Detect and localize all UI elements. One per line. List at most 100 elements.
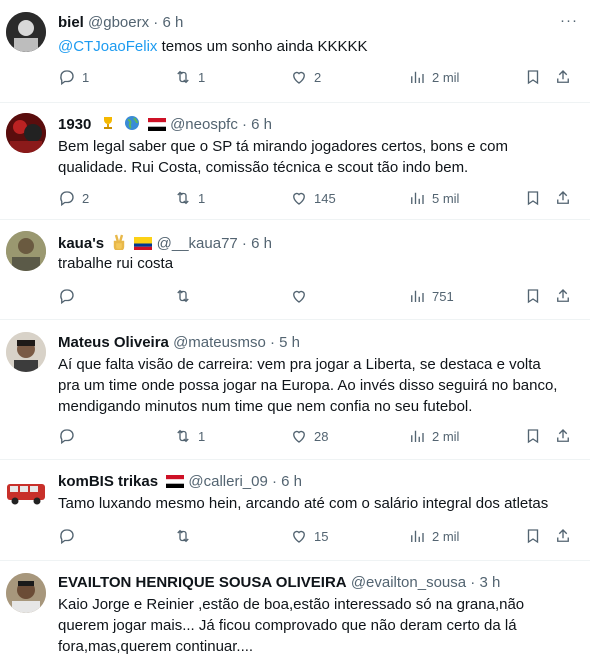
tweet[interactable]: biel @gboerx · 6 h ··· @CTJoaoFelix temo… — [0, 0, 590, 103]
bookmark-icon — [527, 191, 539, 206]
retweet-icon — [177, 289, 189, 303]
retweet-button[interactable]: 1 — [174, 427, 205, 445]
timestamp[interactable]: 6 h — [251, 235, 272, 252]
reply-button[interactable]: 2 — [58, 189, 89, 207]
avatar[interactable] — [6, 472, 46, 512]
reply-count: 2 — [82, 190, 90, 206]
views-icon — [411, 192, 424, 204]
bookmark-button[interactable] — [524, 189, 542, 207]
tweet-text: Bem legal saber que o SP tá mirando joga… — [58, 136, 568, 178]
views-icon — [411, 430, 424, 442]
timestamp[interactable]: 5 h — [279, 334, 300, 351]
author-name[interactable]: kaua's — [58, 235, 104, 252]
views-button[interactable]: 5 mil — [408, 189, 459, 207]
avatar[interactable] — [6, 231, 46, 271]
heart-icon — [293, 430, 305, 443]
share-icon — [557, 70, 569, 83]
views-button[interactable]: 2 mil — [408, 427, 459, 445]
retweet-button[interactable]: 1 — [174, 189, 205, 207]
views-count: 2 mil — [432, 528, 460, 544]
tweet-text: @CTJoaoFelix temos um sonho ainda KKKKK — [58, 36, 568, 57]
more-options-icon[interactable]: ··· — [560, 12, 578, 29]
like-button[interactable]: 15 — [290, 527, 328, 545]
author-handle[interactable]: @neospfc — [170, 116, 238, 133]
tweet-text-line: qualidade. Rui Costa, comissão técnica e… — [58, 159, 469, 176]
tweet-text: Aí que falta visão de carreira: vem pra … — [58, 354, 568, 417]
tweet-actions: 1 28 2 mil — [58, 427, 569, 447]
author-handle[interactable]: @mateusmso — [173, 334, 266, 351]
tweet[interactable]: kaua's @__kaua77 · 6 h trabalhe rui cost… — [0, 220, 590, 320]
separator-dot: · — [272, 473, 277, 490]
author-name[interactable]: biel — [58, 14, 84, 31]
share-button[interactable] — [554, 189, 572, 207]
tweet-text-line: trabalhe rui costa — [58, 255, 174, 272]
retweet-button[interactable] — [174, 527, 198, 545]
reply-icon — [60, 529, 74, 545]
share-button[interactable] — [554, 68, 572, 86]
separator-dot: · — [270, 334, 275, 351]
views-count: 5 mil — [432, 190, 460, 206]
views-button[interactable]: 2 mil — [408, 68, 459, 86]
like-button[interactable]: 2 — [290, 68, 321, 86]
share-button[interactable] — [554, 287, 572, 305]
timestamp[interactable]: 6 h — [251, 116, 272, 133]
retweet-button[interactable]: 1 — [174, 68, 205, 86]
tweet-header: EVAILTON HENRIQUE SOUSA OLIVEIRA @evailt… — [58, 574, 500, 592]
like-count: 145 — [314, 190, 336, 206]
bookmark-button[interactable] — [524, 68, 542, 86]
heart-icon — [293, 290, 305, 303]
tweet-text-line: Tamo luxando mesmo hein, arcando até com… — [58, 495, 549, 512]
globe-icon — [124, 115, 140, 136]
timestamp[interactable]: 3 h — [479, 574, 500, 591]
tweet-text-line: Kaio Jorge e Reinier ,estão de boa,estão… — [58, 596, 525, 613]
share-button[interactable] — [554, 427, 572, 445]
author-name[interactable]: EVAILTON HENRIQUE SOUSA OLIVEIRA — [58, 574, 347, 591]
tweet-text-line: Bem legal saber que o SP tá mirando joga… — [58, 138, 508, 155]
tweet[interactable]: komBIS trikas @calleri_09 · 6 h Tamo lux… — [0, 460, 590, 561]
author-name[interactable]: 1930 — [58, 116, 91, 133]
reply-button[interactable] — [58, 287, 82, 305]
avatar[interactable] — [6, 332, 46, 372]
views-count: 751 — [432, 288, 454, 304]
tweet[interactable]: Mateus Oliveira @mateusmso · 5 h Aí que … — [0, 320, 590, 460]
avatar[interactable] — [6, 113, 46, 153]
separator-dot: · — [242, 116, 247, 133]
mention-link[interactable]: @CTJoaoFelix — [58, 38, 157, 55]
tweet[interactable]: EVAILTON HENRIQUE SOUSA OLIVEIRA @evailt… — [0, 561, 590, 655]
author-handle[interactable]: @__kaua77 — [157, 235, 238, 252]
reply-button[interactable]: 1 — [58, 68, 89, 86]
share-icon — [557, 529, 569, 542]
heart-icon — [293, 192, 305, 205]
retweet-count: 1 — [198, 69, 206, 85]
bookmark-button[interactable] — [524, 527, 542, 545]
tweet[interactable]: 1930 @neospfc · 6 h Bem legal saber que … — [0, 103, 590, 220]
views-button[interactable]: 2 mil — [408, 527, 459, 545]
tweet-header: biel @gboerx · 6 h — [58, 14, 183, 32]
avatar[interactable] — [6, 12, 46, 52]
bookmark-button[interactable] — [524, 427, 542, 445]
bookmark-button[interactable] — [524, 287, 542, 305]
share-button[interactable] — [554, 527, 572, 545]
reply-button[interactable] — [58, 427, 82, 445]
like-button[interactable]: 28 — [290, 427, 328, 445]
avatar[interactable] — [6, 573, 46, 613]
author-handle[interactable]: @evailton_sousa — [351, 574, 466, 591]
timestamp[interactable]: 6 h — [281, 473, 302, 490]
retweet-icon — [177, 429, 189, 443]
like-button[interactable] — [290, 287, 314, 305]
views-button[interactable]: 751 — [408, 287, 454, 305]
share-icon — [557, 429, 569, 442]
author-handle[interactable]: @calleri_09 — [188, 473, 267, 490]
author-name[interactable]: komBIS trikas — [58, 473, 158, 490]
tweet-header: kaua's @__kaua77 · 6 h — [58, 234, 272, 255]
reply-button[interactable] — [58, 527, 82, 545]
retweet-button[interactable] — [174, 287, 198, 305]
like-count: 28 — [314, 428, 329, 444]
author-name[interactable]: Mateus Oliveira — [58, 334, 169, 351]
timestamp[interactable]: 6 h — [162, 14, 183, 31]
author-handle[interactable]: @gboerx — [88, 14, 149, 31]
views-icon — [411, 290, 424, 302]
retweet-icon — [177, 70, 189, 84]
like-count: 15 — [314, 528, 329, 544]
like-button[interactable]: 145 — [290, 189, 336, 207]
